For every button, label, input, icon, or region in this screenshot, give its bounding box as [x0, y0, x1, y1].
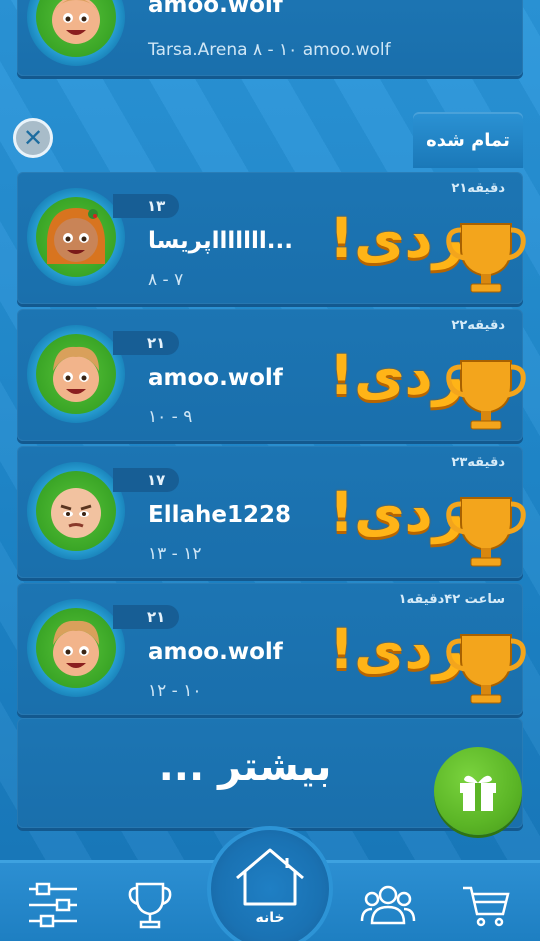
player-name: پریساlllllll...: [148, 228, 294, 254]
tab-finished-label: تمام شده: [426, 129, 510, 151]
score-line: Tarsa.Arena ۸ - ۱۰ amoo.wolf: [148, 40, 391, 60]
trophy-icon: [446, 497, 526, 567]
player-avatar: [27, 599, 125, 697]
player-name: amoo.wolf: [148, 639, 283, 665]
cart-icon: [463, 886, 510, 927]
level-badge: ۲۱: [113, 605, 179, 629]
gift-button[interactable]: [434, 747, 522, 835]
trophy-outline-icon: [128, 882, 172, 929]
player-avatar: [27, 325, 125, 423]
player-avatar: [27, 188, 125, 286]
match-card[interactable]: ۲۱ ۱ساعت ۴۲دقیقه amoo.wolf ۱۲ - ۱۰ بردی!: [17, 583, 526, 715]
level-badge: ۲۱: [113, 331, 179, 355]
trophy-icon: [446, 634, 526, 704]
match-time: ۲۲دقیقه: [451, 318, 505, 333]
match-time: ۱ساعت ۴۲دقیقه: [398, 592, 505, 607]
girl-avatar-icon: [47, 208, 105, 264]
trophy-icon: [446, 223, 526, 293]
sliders-icon: [29, 882, 77, 928]
home-icon: [236, 848, 304, 906]
match-time: ۲۳دقیقه: [451, 455, 505, 470]
recent-match-card[interactable]: amoo.wolf Tarsa.Arena ۸ - ۱۰ amoo.wolf: [17, 0, 523, 76]
gift-icon: [460, 775, 496, 811]
match-card[interactable]: ۱۷ ۲۳دقیقه Ellahe1228 ۱۳ - ۱۲ بردی!: [17, 446, 526, 578]
player-name: amoo.wolf: [148, 365, 283, 391]
tab-finished[interactable]: تمام شده: [413, 112, 523, 168]
match-score: ۱۰ - ۹: [148, 407, 193, 427]
boy-avatar-icon: [53, 346, 99, 402]
bald-avatar-icon: [51, 488, 101, 538]
match-card[interactable]: ۱۳ ۲۱دقیقه پریساlllllll... ۸ - ۷ بردی!: [17, 172, 526, 304]
close-icon: ✕: [22, 124, 44, 152]
level-badge: ۱۳: [113, 194, 179, 218]
home-label: خانه: [255, 910, 285, 926]
player-avatar: [27, 0, 125, 66]
match-card[interactable]: ۲۱ ۲۲دقیقه amoo.wolf ۱۰ - ۹ بردی!: [17, 309, 526, 441]
friends-icon: [360, 885, 416, 925]
level-badge: ۱۷: [113, 468, 179, 492]
nav-home[interactable]: خانه: [207, 826, 333, 941]
close-button[interactable]: ✕: [13, 118, 53, 158]
match-score: ۱۳ - ۱۲: [148, 544, 202, 564]
match-time: ۲۱دقیقه: [451, 181, 505, 196]
nav-settings[interactable]: [23, 879, 83, 931]
nav-friends[interactable]: [358, 879, 418, 931]
boy-avatar-icon: [53, 620, 99, 676]
player-avatar: [27, 462, 125, 560]
boy-avatar-icon: [52, 0, 100, 44]
match-score: ۸ - ۷: [148, 270, 184, 290]
player-name: amoo.wolf: [148, 0, 283, 18]
trophy-icon: [446, 360, 526, 430]
nav-leaderboard[interactable]: [120, 879, 180, 931]
match-score: ۱۲ - ۱۰: [148, 681, 202, 701]
player-name: Ellahe1228: [148, 502, 291, 528]
nav-shop[interactable]: [456, 879, 516, 931]
